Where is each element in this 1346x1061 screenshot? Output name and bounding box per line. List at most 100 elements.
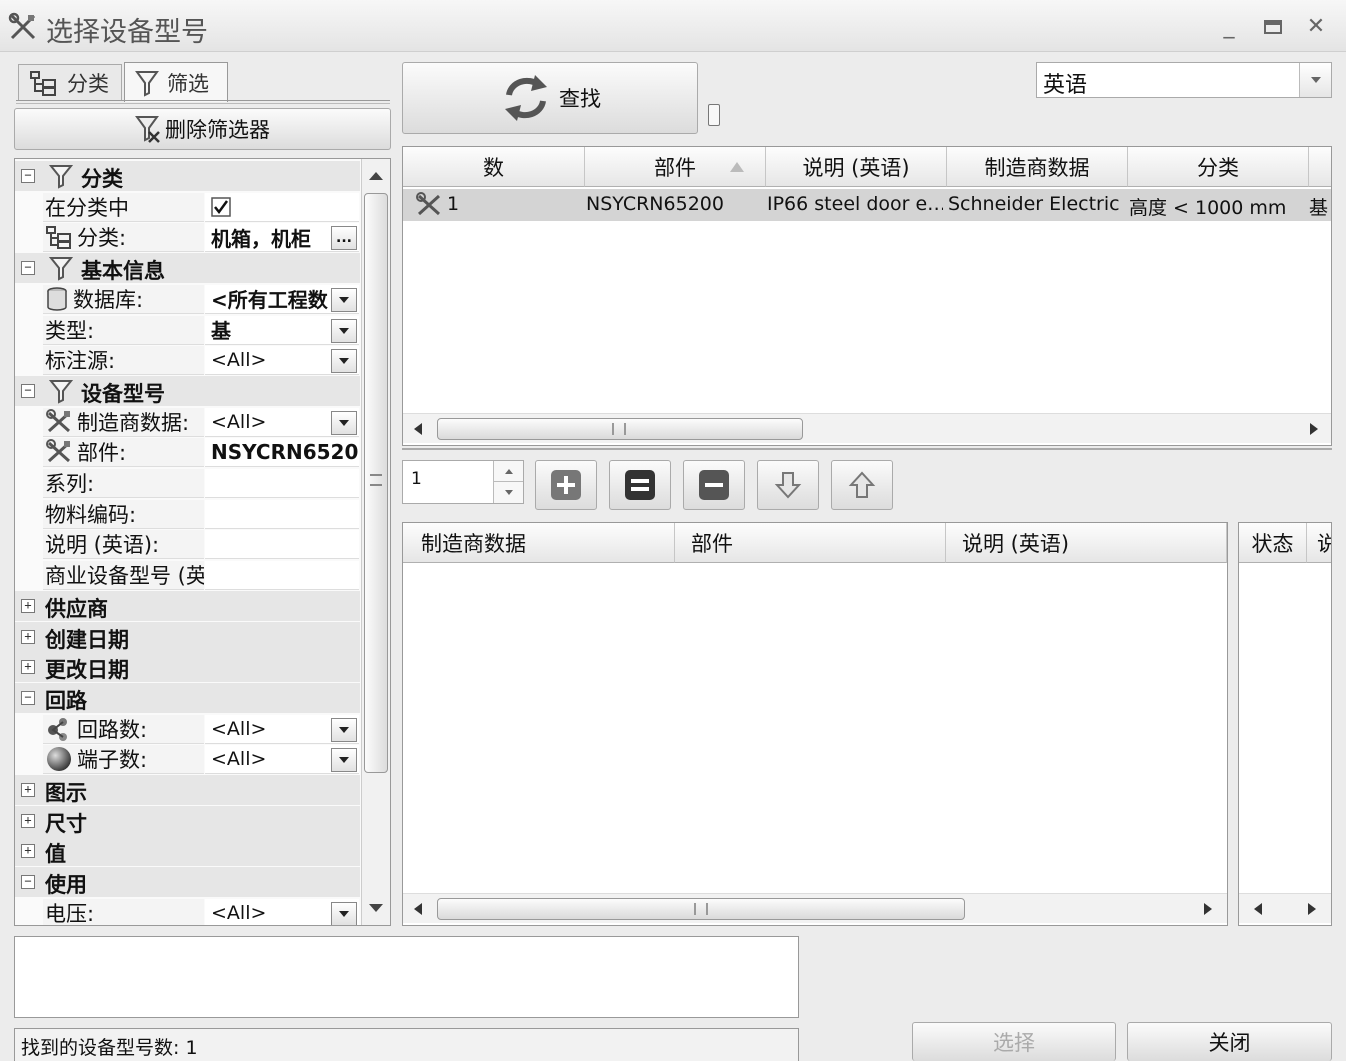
filter-property-value[interactable]: <All>: [205, 407, 359, 437]
browse-button[interactable]: ...: [331, 226, 357, 251]
filter-property-value[interactable]: <All>: [205, 745, 359, 775]
scroll-right-icon[interactable]: [1307, 902, 1317, 916]
maximize-button[interactable]: [1260, 14, 1286, 40]
selected-col-manufacturer[interactable]: 制造商数据: [403, 523, 675, 563]
dropdown-button[interactable]: [331, 410, 357, 435]
results-col-category[interactable]: 分类: [1128, 147, 1309, 187]
splitter-handle[interactable]: [708, 104, 720, 126]
filter-category-row[interactable]: + 图示: [15, 775, 360, 805]
filter-property-value[interactable]: NSYCRN65200: [205, 438, 359, 468]
collapse-icon[interactable]: −: [21, 169, 35, 183]
expand-icon[interactable]: +: [21, 813, 35, 828]
scroll-left-icon[interactable]: [1253, 902, 1263, 916]
collapse-icon[interactable]: −: [21, 875, 35, 890]
language-dropdown-button[interactable]: [1299, 63, 1331, 97]
results-table[interactable]: 数 部件 说明 (英语) 制造商数据 分类 1 NSYCRN65200 IP66…: [402, 146, 1332, 446]
dropdown-button[interactable]: [331, 748, 357, 773]
results-hscrollbar[interactable]: [403, 413, 1331, 443]
selected-devices-table[interactable]: 制造商数据 部件 说明 (英语): [402, 522, 1228, 926]
filter-property-row[interactable]: 电压: <All>: [15, 898, 360, 925]
filter-property-value[interactable]: [205, 192, 359, 222]
language-select[interactable]: 英语: [1036, 62, 1332, 98]
tab-category[interactable]: 分类: [18, 64, 122, 100]
filter-grid-scrollbar[interactable]: [361, 159, 390, 925]
filter-property-value[interactable]: <所有工程数: [205, 284, 359, 314]
filter-property-row[interactable]: 分类: 机箱，机柜...: [15, 222, 360, 253]
filter-property-value[interactable]: <All>: [205, 714, 359, 744]
dropdown-button[interactable]: [331, 717, 357, 742]
filter-category-row[interactable]: − 使用: [15, 867, 360, 898]
filter-category-row[interactable]: − 设备型号: [15, 375, 360, 406]
filter-property-row[interactable]: 标注源: <All>: [15, 345, 360, 376]
filter-category-row[interactable]: + 尺寸: [15, 805, 360, 836]
filter-property-value[interactable]: [205, 469, 359, 498]
scroll-left-icon[interactable]: [413, 902, 423, 916]
tab-filter[interactable]: 筛选: [124, 62, 228, 102]
close-window-button[interactable]: ✕: [1303, 14, 1329, 40]
minimize-button[interactable]: _: [1216, 14, 1242, 40]
scroll-down-icon[interactable]: [368, 903, 384, 915]
expand-icon[interactable]: +: [21, 629, 35, 644]
filter-property-row[interactable]: 物料编码:: [15, 499, 360, 529]
results-col-description[interactable]: 说明 (英语): [766, 147, 947, 187]
move-up-button[interactable]: [831, 460, 893, 510]
expand-icon[interactable]: +: [21, 598, 35, 613]
dropdown-button[interactable]: [331, 901, 357, 925]
filter-property-value[interactable]: [205, 530, 359, 560]
table-row[interactable]: 1 NSYCRN65200 IP66 steel door e… Schneid…: [403, 189, 1331, 221]
filter-category-row[interactable]: + 创建日期: [15, 621, 360, 652]
remove-button[interactable]: [683, 460, 745, 510]
status-hscrollbar[interactable]: [1239, 893, 1331, 923]
select-button[interactable]: 选择: [912, 1022, 1116, 1061]
filter-property-row[interactable]: 端子数: <All>: [15, 744, 360, 775]
dropdown-button[interactable]: [331, 287, 357, 312]
filter-property-value[interactable]: 机箱，机柜...: [205, 223, 359, 253]
collapse-icon[interactable]: −: [21, 690, 35, 705]
results-col-manufacturer[interactable]: 制造商数据: [947, 147, 1128, 187]
filter-property-value[interactable]: <All>: [205, 898, 359, 925]
filter-property-value[interactable]: [205, 561, 359, 591]
filter-property-row[interactable]: 回路数: <All>: [15, 714, 360, 744]
filter-category-row[interactable]: + 供应商: [15, 590, 360, 621]
scroll-up-icon[interactable]: [368, 169, 384, 181]
filter-category-row[interactable]: − 基本信息: [15, 253, 360, 284]
filter-property-value[interactable]: 基: [205, 315, 359, 345]
filter-property-row[interactable]: 在分类中: [15, 192, 360, 222]
results-col-count[interactable]: 数: [403, 147, 585, 187]
filter-category-row[interactable]: − 回路: [15, 682, 360, 713]
expand-icon[interactable]: +: [21, 783, 35, 797]
filter-property-row[interactable]: 系列:: [15, 468, 360, 498]
expand-icon[interactable]: +: [21, 844, 35, 859]
quantity-stepper[interactable]: 1: [402, 460, 524, 504]
close-button[interactable]: 关闭: [1127, 1022, 1332, 1061]
status-col-description[interactable]: 说: [1307, 523, 1331, 563]
filter-property-grid[interactable]: − 分类 在分类中 分类: 机箱，机柜... − 基本信息 数据库: <所有工程数 类型: 基标注源…: [14, 158, 391, 926]
filter-property-row[interactable]: 部件: NSYCRN65200: [15, 437, 360, 468]
filter-property-row[interactable]: 说明 (英语):: [15, 529, 360, 560]
collapse-icon[interactable]: −: [21, 261, 35, 276]
results-scroll-thumb[interactable]: [437, 418, 803, 440]
checkbox-checked-icon[interactable]: [211, 196, 231, 217]
filter-property-row[interactable]: 数据库: <所有工程数: [15, 284, 360, 314]
collapse-icon[interactable]: −: [21, 383, 35, 398]
status-col-state[interactable]: 状态: [1239, 523, 1307, 563]
dropdown-button[interactable]: [331, 318, 357, 343]
dropdown-button[interactable]: [331, 349, 357, 374]
filter-property-row[interactable]: 制造商数据: <All>: [15, 407, 360, 437]
filter-property-value[interactable]: <All>: [205, 346, 359, 376]
search-button[interactable]: 查找: [402, 62, 698, 134]
filter-category-row[interactable]: + 值: [15, 836, 360, 867]
add-button[interactable]: [535, 460, 597, 510]
quantity-down-button[interactable]: [493, 482, 523, 503]
selected-hscrollbar[interactable]: [403, 893, 1227, 923]
scroll-right-icon[interactable]: [1309, 422, 1319, 436]
scroll-right-icon[interactable]: [1203, 902, 1213, 916]
scroll-thumb[interactable]: [364, 193, 388, 773]
filter-property-row[interactable]: 商业设备型号 (英: [15, 560, 360, 591]
filter-category-row[interactable]: + 更改日期: [15, 652, 360, 683]
expand-icon[interactable]: +: [21, 660, 35, 675]
move-down-button[interactable]: [757, 460, 819, 510]
filter-property-value[interactable]: [205, 499, 359, 529]
selected-col-part[interactable]: 部件: [675, 523, 946, 563]
scroll-left-icon[interactable]: [413, 422, 423, 436]
